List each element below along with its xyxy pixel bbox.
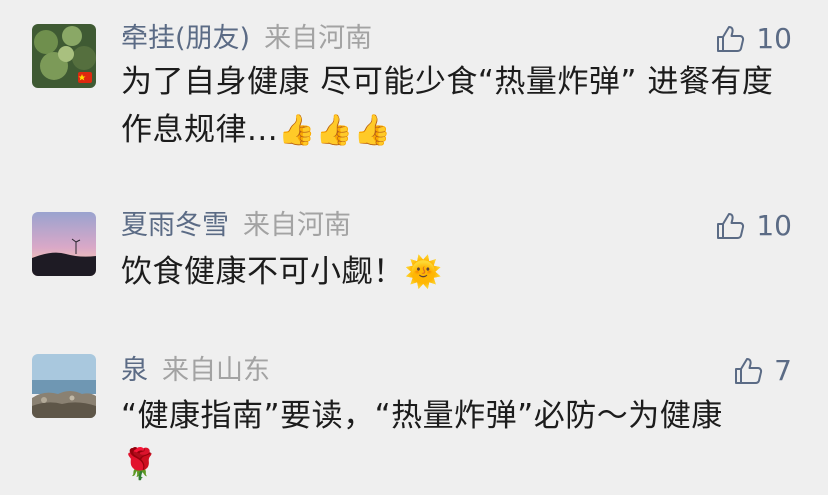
like-button[interactable]: 7 (732, 354, 792, 388)
avatar-sunset-image (32, 212, 96, 276)
thumbs-up-icon (735, 358, 763, 384)
like-button[interactable]: 10 (714, 209, 792, 243)
comment-region: 来自河南 (243, 210, 351, 241)
thumbs-up-icon (717, 26, 745, 52)
thumbs-up-emoji: 👍👍👍 (278, 113, 392, 148)
commenter-name[interactable]: 泉 (121, 355, 148, 386)
avatar[interactable] (32, 24, 96, 88)
rose-emoji: 🌹 (121, 447, 159, 482)
comment-text: 饮食健康不可小觑！ (121, 254, 405, 290)
like-count: 10 (756, 22, 792, 55)
comment-text-block: 饮食健康不可小觑！🌞 (121, 248, 791, 297)
comment-text-block: “健康指南”要读，“热量炸弹”必防～为健康 🌹 (121, 392, 791, 489)
like-count: 10 (756, 209, 792, 242)
avatar[interactable] (32, 212, 96, 276)
avatar-plant-image (32, 24, 96, 88)
thumbs-up-icon (717, 213, 745, 239)
avatar[interactable] (32, 354, 96, 418)
like-button[interactable]: 10 (714, 22, 792, 56)
comment-text: “健康指南”要读，“热量炸弹”必防～为健康 (121, 398, 723, 434)
comment-text-block: 为了自身健康 尽可能少食“热量炸弹” 进餐有度 作息规律...👍👍👍 (121, 58, 791, 155)
avatar-seaside-image (32, 354, 96, 418)
commenter-name[interactable]: 夏雨冬雪 (121, 210, 229, 241)
comment-text: 为了自身健康 尽可能少食“热量炸弹” 进餐有度 作息规律... (121, 64, 774, 148)
commenter-name[interactable]: 牵挂(朋友) (121, 23, 250, 54)
like-count: 7 (774, 354, 792, 387)
comment-region: 来自山东 (162, 355, 270, 386)
comment-region: 来自河南 (264, 23, 373, 54)
sun-emoji: 🌞 (404, 255, 443, 290)
